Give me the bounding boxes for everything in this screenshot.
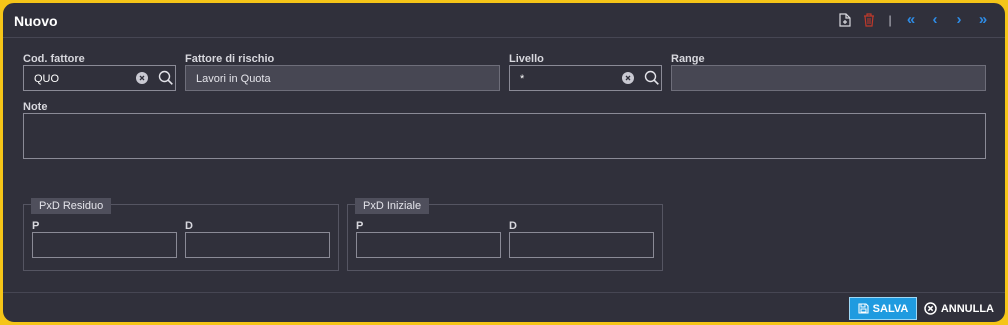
cod-fattore-label: Cod. fattore bbox=[23, 53, 85, 65]
previous-icon[interactable]: ‹ bbox=[923, 11, 947, 29]
first-page-icon[interactable]: « bbox=[899, 11, 923, 29]
save-button-label: SALVA bbox=[872, 302, 909, 315]
pxd-iniziale-p-label: P bbox=[356, 220, 364, 232]
livello-value: * bbox=[520, 73, 525, 85]
pxd-residuo-legend: PxD Residuo bbox=[31, 198, 112, 214]
search-icon[interactable] bbox=[158, 70, 174, 86]
pxd-iniziale-group: PxD Iniziale P D bbox=[347, 198, 663, 271]
pxd-iniziale-p-input[interactable] bbox=[356, 232, 501, 258]
dialog-window: Nuovo | « ‹ › » Cod. fattore QUO Fattore… bbox=[2, 2, 1006, 323]
clear-icon[interactable] bbox=[622, 72, 634, 84]
pxd-residuo-d-input[interactable] bbox=[185, 232, 330, 258]
livello-label: Livello bbox=[509, 53, 544, 65]
cancel-button[interactable]: ANNULLA bbox=[924, 302, 994, 315]
note-label: Note bbox=[23, 101, 48, 113]
range-field bbox=[671, 65, 986, 91]
dialog-header: Nuovo | « ‹ › » bbox=[3, 3, 1005, 38]
range-label: Range bbox=[671, 53, 705, 65]
dialog-footer: SALVA ANNULLA bbox=[3, 292, 1005, 322]
fattore-rischio-value: Lavori in Quota bbox=[196, 73, 271, 85]
livello-field[interactable]: * bbox=[509, 65, 662, 91]
next-icon[interactable]: › bbox=[947, 11, 971, 29]
fattore-rischio-label: Fattore di rischio bbox=[185, 53, 275, 65]
search-icon[interactable] bbox=[644, 70, 660, 86]
pxd-iniziale-d-label: D bbox=[509, 220, 517, 232]
pxd-iniziale-d-input[interactable] bbox=[509, 232, 654, 258]
fattore-rischio-field: Lavori in Quota bbox=[185, 65, 500, 91]
cancel-circle-icon bbox=[924, 302, 937, 315]
cod-fattore-field[interactable]: QUO bbox=[23, 65, 176, 91]
dialog-title: Nuovo bbox=[14, 13, 58, 29]
header-toolbar: | « ‹ › » bbox=[833, 11, 995, 29]
pxd-iniziale-legend: PxD Iniziale bbox=[355, 198, 430, 214]
toolbar-separator: | bbox=[888, 13, 892, 27]
last-page-icon[interactable]: » bbox=[971, 11, 995, 29]
cancel-button-label: ANNULLA bbox=[940, 302, 994, 315]
pxd-residuo-p-input[interactable] bbox=[32, 232, 177, 258]
save-button[interactable]: SALVA bbox=[849, 297, 917, 320]
pxd-residuo-p-label: P bbox=[32, 220, 40, 232]
pxd-residuo-group: PxD Residuo P D bbox=[23, 198, 339, 271]
floppy-disk-icon bbox=[858, 303, 869, 314]
note-textarea[interactable] bbox=[23, 113, 986, 159]
clear-icon[interactable] bbox=[136, 72, 148, 84]
pxd-residuo-d-label: D bbox=[185, 220, 193, 232]
new-document-icon[interactable] bbox=[833, 11, 857, 29]
cod-fattore-value: QUO bbox=[34, 73, 60, 85]
trash-icon[interactable] bbox=[857, 11, 881, 29]
